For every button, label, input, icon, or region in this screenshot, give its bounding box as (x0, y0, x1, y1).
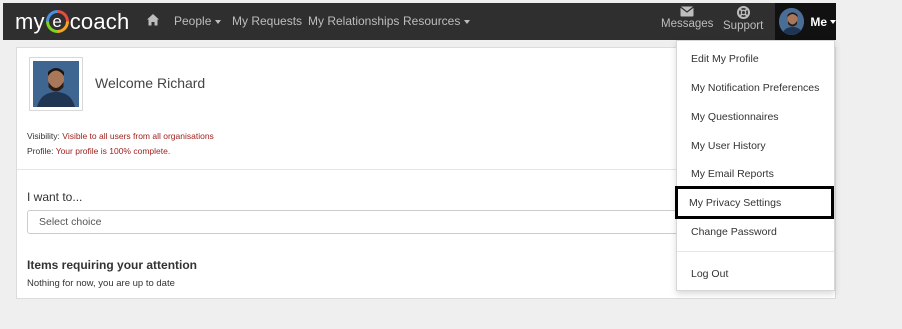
nav-resources-label: Resources (403, 14, 461, 28)
profile-label: Profile: (27, 146, 54, 156)
nav-people[interactable]: People (174, 14, 222, 28)
nav-people-label: People (174, 14, 212, 28)
chevron-down-icon (215, 19, 222, 24)
profile-value[interactable]: Your profile is 100% complete. (56, 146, 171, 156)
logo-text-coach: coach (69, 8, 130, 34)
profile-line: Profile: Your profile is 100% complete. (27, 146, 170, 156)
profile-photo[interactable] (29, 57, 83, 111)
lifebuoy-icon (736, 6, 750, 19)
visibility-label: Visibility: (27, 131, 60, 141)
menu-item-notification-preferences[interactable]: My Notification Preferences (677, 73, 834, 102)
nav-support[interactable]: Support (723, 6, 763, 32)
nav-messages[interactable]: Messages (661, 6, 713, 30)
visibility-value[interactable]: Visible to all users from all organisati… (62, 131, 214, 141)
envelope-icon (680, 6, 695, 17)
me-dropdown-menu: Edit My Profile My Notification Preferen… (675, 40, 835, 291)
logo-e-icon: e (45, 10, 69, 33)
nav-messages-label: Messages (661, 18, 714, 30)
user-avatar (779, 8, 805, 35)
nav-support-label: Support (723, 20, 764, 32)
chevron-down-icon (464, 19, 471, 24)
welcome-greeting: Welcome Richard (95, 75, 206, 91)
top-navbar: my e coach People My Requests My Relatio… (3, 3, 836, 40)
menu-item-privacy-settings[interactable]: My Privacy Settings (675, 186, 834, 219)
menu-item-email-reports[interactable]: My Email Reports (677, 159, 834, 188)
i-want-heading: I want to... (27, 190, 83, 204)
nav-my-relationships[interactable]: My Relationships (308, 14, 399, 28)
chevron-down-icon (830, 19, 836, 24)
nav-my-requests[interactable]: My Requests (232, 14, 302, 28)
menu-item-log-out[interactable]: Log Out (677, 259, 834, 288)
menu-divider (677, 251, 834, 252)
menu-item-questionnaires[interactable]: My Questionnaires (677, 102, 834, 131)
nav-resources[interactable]: Resources (403, 14, 471, 28)
menu-item-user-history[interactable]: My User History (677, 131, 834, 160)
attention-note: Nothing for now, you are up to date (27, 278, 175, 289)
me-label: Me (810, 14, 827, 29)
logo-text-my: my (15, 8, 45, 34)
visibility-line: Visibility: Visible to all users from al… (27, 131, 214, 141)
me-menu-toggle[interactable]: Me (775, 3, 836, 40)
home-icon[interactable] (146, 13, 160, 27)
action-select[interactable]: Select choice (27, 210, 687, 234)
menu-item-change-password[interactable]: Change Password (677, 217, 834, 246)
menu-item-edit-profile[interactable]: Edit My Profile (677, 44, 834, 73)
mycoach-logo[interactable]: my e coach (15, 8, 129, 35)
attention-heading: Items requiring your attention (27, 258, 198, 272)
